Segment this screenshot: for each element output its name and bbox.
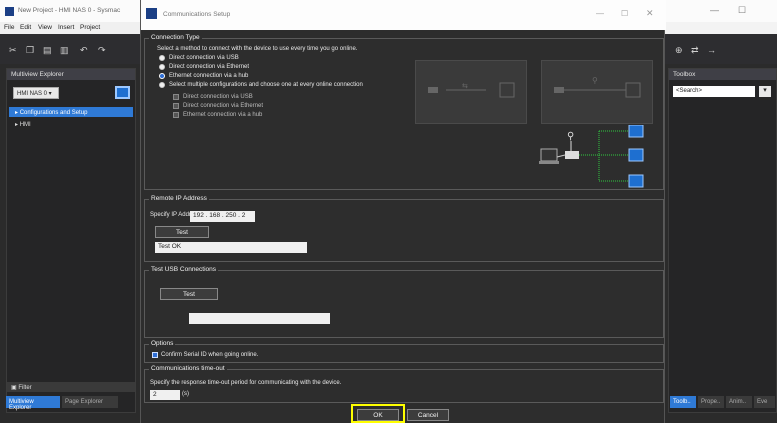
dialog-title: Communications Setup (163, 11, 231, 18)
toolbox-panel: Toolbox <Search> ▾ (668, 68, 777, 413)
app-title: New Project - HMI NAS 0 - Sysmac (18, 7, 121, 14)
group-title: Options (149, 340, 176, 347)
delete-icon[interactable]: ▥ (60, 45, 69, 56)
toolbox-search-input[interactable]: <Search> (673, 86, 755, 97)
ethernet-diagram: ⚲ (541, 60, 653, 124)
usb-connection-icon: ⇆ (428, 82, 515, 98)
hub-network-diagram: ⚲ (539, 125, 644, 188)
menu-view[interactable]: View (38, 24, 52, 31)
remote-ip-group: Remote IP Address Specify IP Address 192… (144, 195, 664, 262)
group-title: Connection Type (149, 34, 202, 41)
confirm-serial-label: Confirm Serial ID when going online. (161, 352, 259, 358)
copy-icon[interactable]: ❐ (26, 45, 34, 56)
maximize-icon[interactable]: ☐ (738, 5, 746, 16)
redo-icon[interactable]: ↷ (98, 45, 106, 56)
connection-instruction: Select a method to connect with the devi… (157, 46, 358, 52)
group-title: Communications time-out (149, 365, 227, 372)
usb-diagram: ⇆ (415, 60, 527, 124)
svg-text:⚲: ⚲ (567, 131, 574, 142)
panel-header: Toolbox (669, 69, 776, 80)
app-icon (5, 7, 14, 16)
left-panel-tabs: Multiview Explorer Page Explorer (6, 396, 136, 411)
timeout-input[interactable]: 2 (150, 390, 180, 400)
ip-address-field[interactable]: 192 . 168 . 250 . 2 (190, 211, 255, 222)
device-icon[interactable] (115, 86, 130, 99)
group-title: Test USB Connections (149, 266, 219, 273)
chevron-down-icon[interactable]: ▾ (759, 86, 771, 97)
cancel-button[interactable]: Cancel (407, 409, 449, 421)
checkbox-usb-label: Direct connection via USB (183, 94, 253, 100)
checkbox-ethernet-label: Direct connection via Ethernet (183, 103, 264, 109)
usb-test-button[interactable]: Test (160, 288, 218, 300)
tree-item-label: Configurations and Setup (19, 110, 88, 116)
checkbox-hub[interactable] (173, 112, 179, 118)
right-panel-tabs: Toolb.. Prope.. Anim.. Eve (668, 396, 777, 410)
tab-page-explorer[interactable]: Page Explorer (62, 396, 118, 408)
confirm-serial-checkbox[interactable] (152, 352, 158, 358)
menu-insert[interactable]: Insert (58, 24, 74, 31)
tab-toolbox[interactable]: Toolb.. (670, 396, 696, 408)
ethernet-connection-icon: ⚲ (554, 76, 641, 98)
menu-edit[interactable]: Edit (20, 24, 31, 31)
svg-text:⇆: ⇆ (462, 82, 468, 90)
tree-item-hmi[interactable]: ▸ HMI (9, 119, 133, 129)
device-dropdown[interactable]: HMI NAS 0 ▾ (13, 87, 59, 99)
menu-file[interactable]: File (4, 24, 14, 31)
timeout-instruction: Specify the response time-out period for… (150, 380, 342, 386)
minimize-icon[interactable]: — (710, 5, 719, 15)
online-icon[interactable]: ⊕ (675, 45, 683, 56)
timeout-group: Communications time-out Specify the resp… (144, 365, 664, 403)
checkbox-hub-label: Ethernet connection via a hub (183, 112, 263, 118)
dialog-titlebar: Communications Setup — ☐ ✕ (141, 0, 666, 30)
close-icon[interactable]: ✕ (646, 8, 654, 19)
svg-text:⚲: ⚲ (592, 76, 598, 85)
radio-multiple[interactable] (159, 82, 165, 88)
filter-bar[interactable]: ▣ Filter (7, 382, 135, 392)
ip-test-result: Test OK (155, 242, 307, 253)
radio-ethernet[interactable] (159, 64, 165, 70)
connection-type-group: Connection Type Select a method to conne… (144, 34, 664, 190)
undo-icon[interactable]: ↶ (80, 45, 88, 56)
cut-icon[interactable]: ✂ (9, 45, 17, 56)
radio-usb[interactable] (159, 55, 165, 61)
radio-multiple-label: Select multiple configurations and choos… (169, 82, 363, 88)
toolbar: ✂ ❐ ▤ ▥ ↶ ↷ (0, 34, 142, 64)
multiview-explorer: Multiview Explorer HMI NAS 0 ▾ ▸ Configu… (6, 68, 136, 413)
menu-project[interactable]: Project (80, 24, 100, 31)
checkbox-ethernet[interactable] (173, 103, 179, 109)
options-group: Options Confirm Serial ID when going onl… (144, 340, 664, 363)
group-title: Remote IP Address (149, 195, 209, 202)
device-name: HMI NAS 0 (17, 91, 48, 97)
tab-multiview-explorer[interactable]: Multiview Explorer (6, 396, 60, 411)
filter-label: Filter (18, 385, 32, 391)
radio-hub[interactable] (159, 73, 165, 79)
arrow-right-icon[interactable]: → (707, 45, 716, 55)
tab-events[interactable]: Eve (754, 396, 775, 408)
radio-ethernet-label: Direct connection via Ethernet (169, 64, 250, 70)
ok-button[interactable]: OK (357, 409, 399, 421)
radio-hub-label: Ethernet connection via a hub (169, 73, 249, 79)
dialog-app-icon (146, 8, 157, 19)
usb-test-result (189, 313, 330, 324)
tab-properties[interactable]: Prope.. (698, 396, 724, 408)
right-menu-strip (665, 22, 777, 34)
paste-icon[interactable]: ▤ (43, 45, 52, 56)
ip-test-button[interactable]: Test (155, 226, 209, 238)
tree-item-configurations[interactable]: ▸ Configurations and Setup (9, 107, 133, 117)
menu-bar: File Edit View Insert Project (0, 22, 142, 34)
transfer-icon[interactable]: ⇄ (691, 45, 699, 56)
checkbox-usb[interactable] (173, 94, 179, 100)
timeout-unit: (s) (182, 391, 189, 397)
usb-test-group: Test USB Connections Test (144, 266, 664, 338)
minimize-icon[interactable]: — (596, 9, 604, 18)
maximize-icon[interactable]: ☐ (621, 9, 628, 18)
communications-setup-dialog: Communications Setup — ☐ ✕ Connection Ty… (140, 0, 666, 423)
tree-item-label: HMI (19, 122, 31, 128)
right-toolbar: ⊕ ⇄ → (665, 34, 777, 64)
panel-header: Multiview Explorer (7, 69, 135, 80)
radio-usb-label: Direct connection via USB (169, 55, 239, 61)
tab-animations[interactable]: Anim.. (726, 396, 752, 408)
